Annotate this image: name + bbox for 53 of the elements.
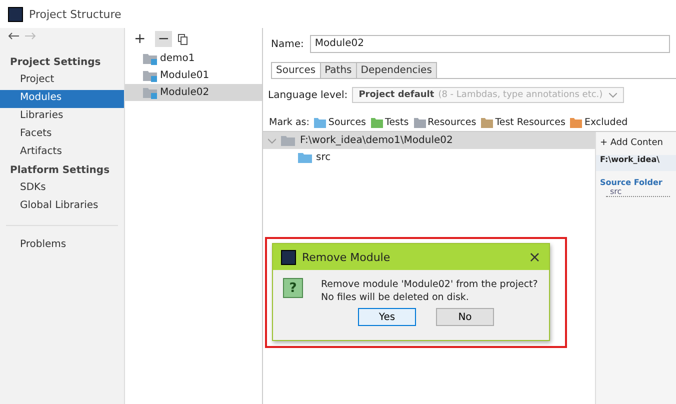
tab[interactable]: Paths: [320, 62, 357, 78]
content-root-path: F:\work_idea\: [596, 155, 676, 171]
folder-icon: [298, 152, 312, 163]
sidebar-item[interactable]: SDKs: [0, 180, 124, 198]
sidebar-item[interactable]: Artifacts: [0, 144, 124, 162]
dialog-note: No files will be deleted on disk.: [321, 291, 470, 304]
dialog-button[interactable]: Yes: [358, 308, 416, 326]
back-arrow-icon[interactable]: [8, 32, 19, 40]
module-list-item[interactable]: Module02: [125, 84, 262, 101]
module-folder-icon: [143, 86, 158, 98]
app-logo-icon: [281, 250, 296, 264]
sidebar-item[interactable]: Project: [0, 72, 124, 90]
mark-as-option[interactable]: Sources: [314, 117, 366, 128]
sidebar-item[interactable]: Facets: [0, 126, 124, 144]
language-level-label: Language level:: [268, 90, 348, 100]
mark-as-label: Mark as:: [269, 117, 310, 128]
dropdown-caret-icon[interactable]: [608, 92, 617, 98]
dialog-message: Remove module 'Module02' from the project?: [321, 278, 538, 291]
name-field[interactable]: Module02: [310, 35, 670, 53]
tab[interactable]: Sources: [271, 62, 321, 78]
mark-as-option[interactable]: Resources: [414, 117, 476, 128]
language-level-dropdown[interactable]: Project default (8 - Lambdas, type annotations etc.): [352, 87, 624, 103]
remove-button[interactable]: −: [154, 31, 172, 47]
sidebar-section-header: Project Settings: [9, 56, 102, 70]
mark-as-option[interactable]: Tests: [371, 117, 409, 128]
name-label: Name:: [271, 38, 304, 50]
sidebar-item[interactable]: Modules: [0, 90, 124, 108]
copy-icon[interactable]: [178, 34, 188, 44]
add-content-root-link[interactable]: + Add Conten: [596, 136, 676, 155]
module-list-item[interactable]: demo1: [125, 50, 262, 67]
source-folders-title: Source Folder: [599, 177, 664, 187]
tab[interactable]: Dependencies: [356, 62, 437, 78]
expand-chevron-icon[interactable]: [268, 136, 276, 144]
sidebar-item[interactable]: Global Libraries: [0, 198, 124, 216]
sidebar-section-header: Platform Settings: [9, 164, 111, 178]
forward-arrow-icon[interactable]: [25, 32, 36, 40]
sidebar-item[interactable]: Libraries: [0, 108, 124, 126]
dialog-title: Remove Module: [302, 250, 390, 264]
tree-item[interactable]: src: [316, 152, 331, 163]
question-icon: ?: [283, 278, 303, 298]
module-folder-icon: [143, 52, 158, 64]
sidebar-item[interactable]: Problems: [0, 237, 124, 255]
app-logo-icon: [8, 6, 23, 22]
module-folder-icon: [143, 70, 158, 82]
folder-icon: [281, 135, 295, 146]
mark-as-option[interactable]: Test Resources: [481, 117, 566, 128]
window-title: Project Structure: [29, 8, 122, 20]
add-button[interactable]: +: [131, 31, 149, 47]
source-folder-item: src: [606, 187, 670, 197]
close-button[interactable]: ×: [528, 248, 541, 266]
dialog-button[interactable]: No: [436, 308, 494, 326]
mark-as-option[interactable]: Excluded: [570, 117, 628, 128]
module-list-item[interactable]: Module01: [125, 67, 262, 84]
